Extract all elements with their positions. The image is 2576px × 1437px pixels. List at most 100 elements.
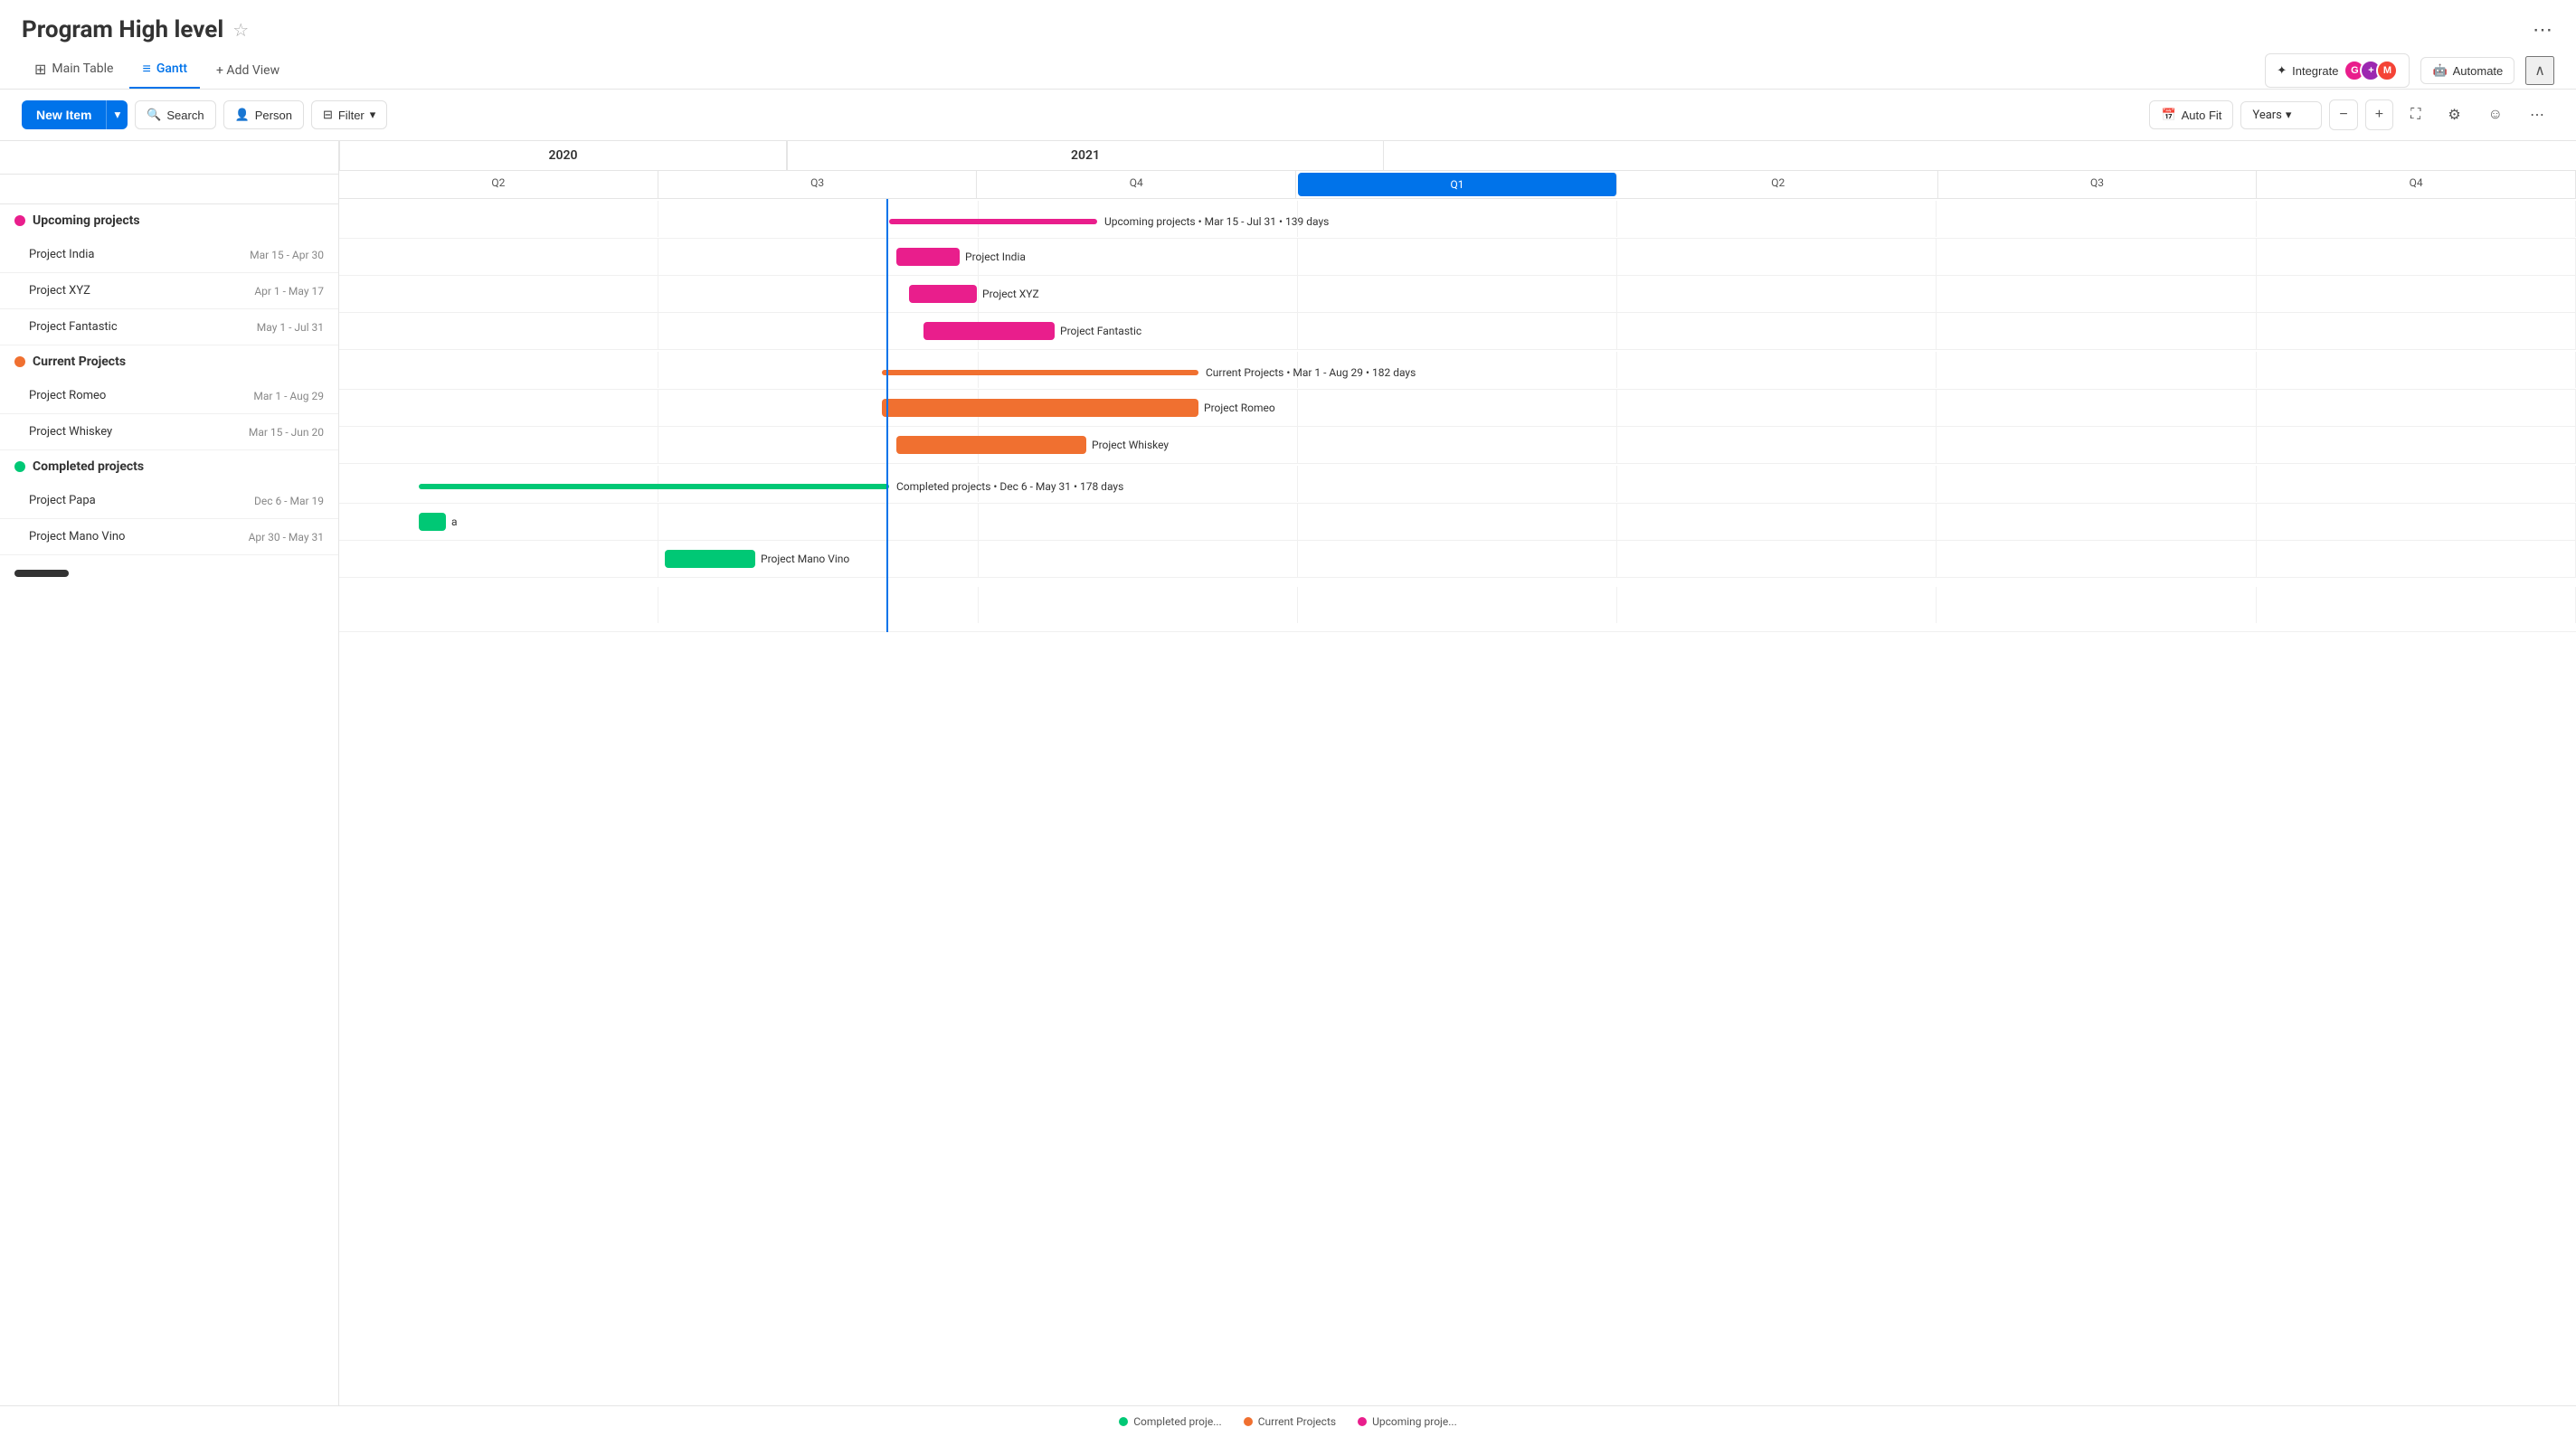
task-row-project-fantastic[interactable]: Project Fantastic May 1 - Jul 31: [0, 309, 338, 345]
gantt-cell: [1298, 466, 1617, 502]
collapse-button[interactable]: ∧: [2525, 56, 2554, 85]
completed-dot: [14, 461, 25, 472]
gantt-area[interactable]: 2020 2021 Q2 Q3 Q4 Q1 Q2 Q3 Q4: [339, 141, 2576, 1405]
years-selector[interactable]: Years ▾: [2240, 101, 2322, 129]
project-romeo-bar-container: Project Romeo: [882, 399, 1275, 417]
zoom-in-button[interactable]: +: [2365, 99, 2393, 130]
gantt-cell: [1937, 276, 2256, 312]
emoji-button[interactable]: ☺: [2478, 99, 2513, 130]
completed-summary-label: Completed projects • Dec 6 - May 31 • 17…: [896, 480, 1123, 493]
gantt-cell: [2257, 313, 2576, 349]
legend: Completed proje... Current Projects Upco…: [0, 1405, 2576, 1437]
gantt-cell: [1617, 276, 1937, 312]
gantt-cell: [1298, 504, 1617, 540]
task-row-project-xyz[interactable]: Project XYZ Apr 1 - May 17: [0, 273, 338, 309]
search-label: Search: [166, 109, 204, 122]
task-row-project-romeo[interactable]: Project Romeo Mar 1 - Aug 29: [0, 378, 338, 414]
gantt-cell: [658, 587, 978, 623]
legend-upcoming-dot: [1358, 1417, 1367, 1426]
expand-button[interactable]: ⛶: [2401, 99, 2430, 130]
gantt-cell: [1937, 390, 2256, 426]
app-title: Program High level: [22, 16, 223, 43]
upcoming-summary: Upcoming projects • Mar 15 - Jul 31 • 13…: [889, 215, 1329, 228]
integrate-button[interactable]: ✦ Integrate G + M: [2265, 53, 2410, 88]
gantt-cell: [1298, 541, 1617, 577]
gantt-cell: [1617, 239, 1937, 275]
task-row-project-mano-vino[interactable]: Project Mano Vino Apr 30 - May 31: [0, 519, 338, 555]
completed-group-label: Completed projects: [33, 459, 144, 474]
years-label: Years: [2252, 109, 2281, 122]
task-name: Project Whiskey: [29, 425, 249, 439]
task-dates: Apr 1 - May 17: [254, 285, 324, 298]
toolbar-more-button[interactable]: ⋯: [2520, 99, 2554, 131]
gantt-cell: [979, 239, 1298, 275]
project-whiskey-bar-label: Project Whiskey: [1092, 439, 1169, 451]
scroll-thumb[interactable]: [14, 570, 69, 577]
gantt-cell: [1298, 390, 1617, 426]
search-button[interactable]: 🔍 Search: [135, 100, 215, 129]
gantt-cell: [979, 587, 1298, 623]
project-fantastic-bar[interactable]: [923, 322, 1055, 340]
new-item-button[interactable]: New Item: [22, 100, 106, 129]
gantt-cell: [2257, 352, 2576, 388]
gantt-cell: [339, 587, 658, 623]
calendar-icon: 📅: [2161, 108, 2175, 122]
legend-upcoming-label: Upcoming proje...: [1372, 1415, 1457, 1428]
task-dates: Apr 30 - May 31: [249, 531, 324, 544]
avatar-3: M: [2376, 60, 2398, 81]
upcoming-group-label: Upcoming projects: [33, 213, 140, 228]
auto-fit-button[interactable]: 📅 Auto Fit: [2149, 100, 2233, 129]
person-label: Person: [255, 109, 292, 122]
toolbar: New Item ▾ 🔍 Search 👤 Person ⊟ Filter ▾ …: [0, 90, 2576, 141]
tab-gantt[interactable]: ≡ Gantt: [129, 52, 200, 89]
task-row-project-whiskey[interactable]: Project Whiskey Mar 15 - Jun 20: [0, 414, 338, 450]
project-india-bar-container: Project India: [896, 248, 1026, 266]
gantt-cell: [2257, 504, 2576, 540]
zoom-out-button[interactable]: −: [2329, 99, 2357, 130]
year-2021: 2021: [787, 141, 1384, 170]
gantt-cell: [1298, 587, 1617, 623]
table-icon: ⊞: [34, 61, 46, 78]
quarter-2021-q1: Q1: [1298, 173, 1617, 196]
gantt-cell: [1937, 541, 2256, 577]
gantt-cell: [2257, 390, 2576, 426]
add-view-button[interactable]: + Add View: [204, 56, 292, 85]
gantt-row-project-romeo: Project Romeo: [339, 390, 2576, 427]
person-button[interactable]: 👤 Person: [223, 100, 304, 129]
search-icon: 🔍: [147, 108, 161, 122]
gantt-cell: [1937, 313, 2256, 349]
settings-button[interactable]: ⚙: [2438, 99, 2470, 131]
project-xyz-bar[interactable]: [909, 285, 977, 303]
project-whiskey-bar[interactable]: [896, 436, 1086, 454]
header-more-button[interactable]: ⋯: [2533, 19, 2554, 42]
task-name: Project Papa: [29, 494, 254, 507]
current-summary-label: Current Projects • Mar 1 - Aug 29 • 182 …: [1206, 366, 1416, 379]
project-mano-vino-bar-label: Project Mano Vino: [761, 553, 849, 565]
new-item-dropdown-button[interactable]: ▾: [106, 100, 128, 129]
toolbar-right: 📅 Auto Fit Years ▾ − + ⛶ ⚙ ☺ ⋯: [2149, 99, 2554, 131]
legend-completed-dot: [1119, 1417, 1128, 1426]
project-india-bar[interactable]: [896, 248, 960, 266]
gantt-cell: [1617, 201, 1937, 237]
project-romeo-bar[interactable]: [882, 399, 1198, 417]
group-header-current: Current Projects: [0, 345, 338, 378]
project-mano-vino-bar[interactable]: [665, 550, 755, 568]
task-name: Project India: [29, 248, 250, 261]
gantt-body: Upcoming projects • Mar 15 - Jul 31 • 13…: [339, 199, 2576, 632]
filter-button[interactable]: ⊟ Filter ▾: [311, 100, 387, 129]
gantt-cell: [2257, 276, 2576, 312]
gantt-cell: [2257, 541, 2576, 577]
task-dates: Mar 15 - Apr 30: [250, 249, 324, 261]
tab-gantt-label: Gantt: [156, 61, 187, 76]
task-name: Project Romeo: [29, 389, 253, 402]
tab-main-table[interactable]: ⊞ Main Table: [22, 53, 126, 89]
project-india-bar-label: Project India: [965, 251, 1026, 263]
task-row-project-papa[interactable]: Project Papa Dec 6 - Mar 19: [0, 483, 338, 519]
gantt-cell: [1937, 239, 2256, 275]
gantt-cell: [1298, 276, 1617, 312]
automate-button[interactable]: 🤖 Automate: [2420, 57, 2514, 84]
favorite-icon[interactable]: ☆: [232, 19, 249, 41]
task-row-project-india[interactable]: Project India Mar 15 - Apr 30: [0, 237, 338, 273]
project-papa-bar[interactable]: [419, 513, 446, 531]
gantt-cell: [1298, 201, 1617, 237]
